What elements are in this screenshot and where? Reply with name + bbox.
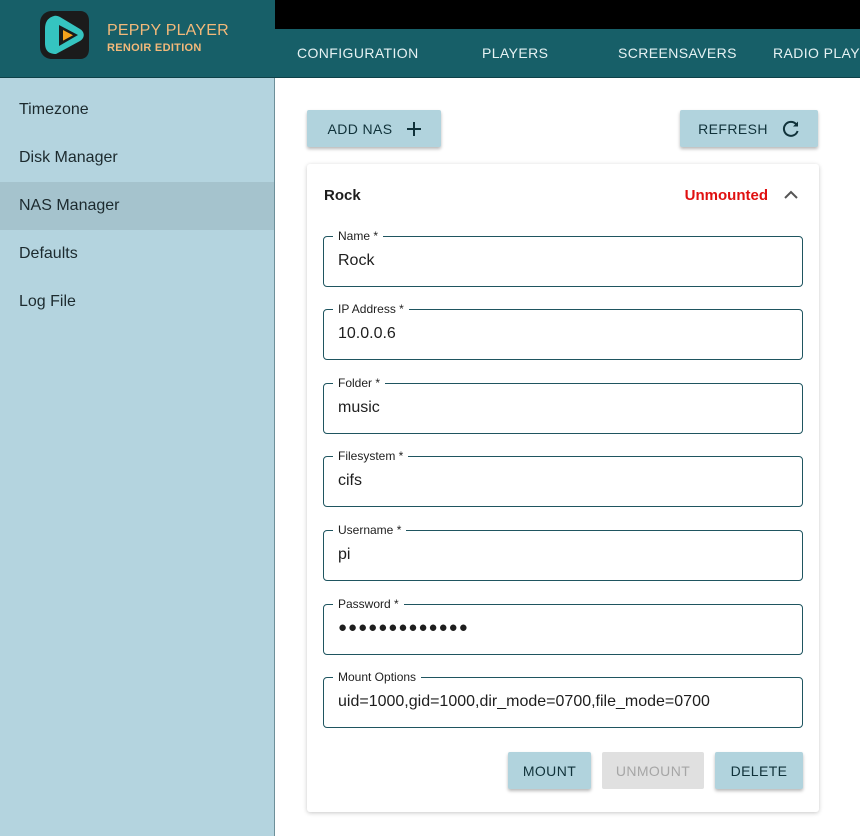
ip-address-field[interactable]: IP Address * 10.0.0.6 (323, 302, 803, 360)
password-field-value: ●●●●●●●●●●●●● (338, 619, 469, 636)
tab-players[interactable]: PLAYERS (482, 29, 548, 77)
username-field-value: pi (338, 546, 351, 563)
ip-address-field-value: 10.0.0.6 (338, 325, 396, 342)
username-field-label: Username * (333, 523, 407, 537)
mount-options-field-value: uid=1000,gid=1000,dir_mode=0700,file_mod… (338, 693, 710, 710)
brand-header: PEPPY PLAYER RENOIR EDITION (0, 0, 275, 78)
nas-card: Rock Unmounted Name * Rock IP Address * … (307, 164, 819, 812)
name-field[interactable]: Name * Rock (323, 229, 803, 287)
filesystem-field-label: Filesystem * (333, 449, 409, 463)
filesystem-field-value: cifs (338, 472, 362, 489)
filesystem-field[interactable]: Filesystem * cifs (323, 449, 803, 507)
ip-address-field-label: IP Address * (333, 302, 409, 316)
mount-options-field[interactable]: Mount Options uid=1000,gid=1000,dir_mode… (323, 670, 803, 728)
add-nas-label: ADD NAS (327, 120, 393, 137)
add-nas-button[interactable]: ADD NAS (307, 110, 441, 147)
plus-icon (406, 121, 421, 136)
main-content: ADD NAS REFRESH Rock Unmounted Name * Ro… (276, 78, 860, 836)
unmount-button[interactable]: UNMOUNT (602, 752, 704, 789)
nav-tabs: CONFIGURATION PLAYERS SCREENSAVERS RADIO… (275, 29, 860, 78)
mount-options-field-label: Mount Options (333, 670, 422, 684)
sidebar-item-defaults[interactable]: Defaults (0, 230, 274, 278)
mount-status-badge: Unmounted (684, 187, 768, 204)
sidebar: Timezone Disk Manager NAS Manager Defaul… (0, 78, 275, 836)
refresh-icon (782, 120, 800, 138)
refresh-label: REFRESH (698, 120, 768, 137)
sidebar-item-nas-manager[interactable]: NAS Manager (0, 182, 274, 230)
folder-field-label: Folder * (333, 376, 386, 390)
password-field[interactable]: Password * ●●●●●●●●●●●●● (323, 597, 803, 655)
sidebar-item-log-file[interactable]: Log File (0, 278, 274, 326)
refresh-button[interactable]: REFRESH (680, 110, 818, 147)
play-logo-icon (40, 11, 89, 59)
folder-field-value: music (338, 399, 380, 416)
chevron-up-icon[interactable] (783, 188, 799, 202)
brand-subtitle: RENOIR EDITION (107, 42, 202, 54)
app-window: PEPPY PLAYER RENOIR EDITION CONFIGURATIO… (0, 0, 860, 836)
nas-card-title: Rock (324, 187, 361, 204)
mount-button[interactable]: MOUNT (508, 752, 591, 789)
name-field-value: Rock (338, 252, 375, 269)
username-field[interactable]: Username * pi (323, 523, 803, 581)
tab-configuration[interactable]: CONFIGURATION (297, 29, 419, 77)
folder-field[interactable]: Folder * music (323, 376, 803, 434)
brand-title: PEPPY PLAYER (107, 22, 229, 39)
tab-screensavers[interactable]: SCREENSAVERS (618, 29, 737, 77)
name-field-label: Name * (333, 229, 384, 243)
top-bar (275, 0, 860, 29)
sidebar-item-disk-manager[interactable]: Disk Manager (0, 134, 274, 182)
delete-button[interactable]: DELETE (715, 752, 803, 789)
password-field-label: Password * (333, 597, 404, 611)
sidebar-item-timezone[interactable]: Timezone (0, 86, 274, 134)
tab-radio-player[interactable]: RADIO PLAYER (773, 29, 860, 77)
